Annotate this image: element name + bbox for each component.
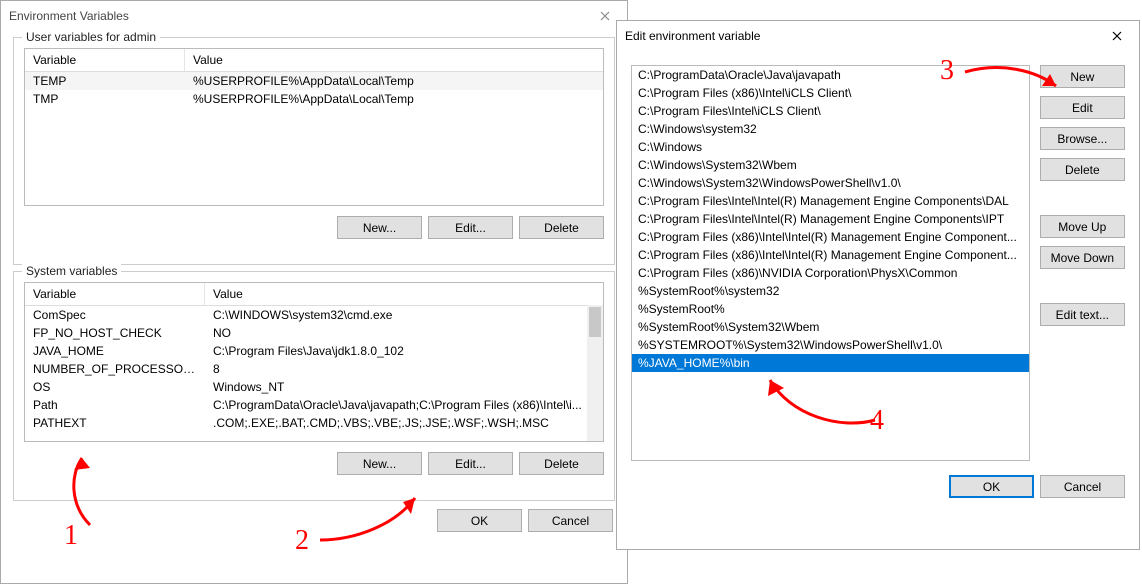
cell-value: NO [205,326,603,340]
user-variables-listview[interactable]: Variable Value TEMP%USERPROFILE%\AppData… [24,48,604,206]
scrollbar[interactable] [587,305,603,441]
list-item[interactable]: %JAVA_HOME%\bin [632,354,1029,372]
ok-button[interactable]: OK [949,475,1034,498]
list-item[interactable]: C:\Program Files (x86)\Intel\Intel(R) Ma… [632,228,1029,246]
list-item[interactable]: C:\Windows\system32 [632,120,1029,138]
system-edit-button[interactable]: Edit... [428,452,513,475]
ok-button[interactable]: OK [437,509,522,532]
cell-value: %USERPROFILE%\AppData\Local\Temp [185,92,603,106]
table-row[interactable]: OSWindows_NT [25,378,603,396]
cell-variable: NUMBER_OF_PROCESSORS [25,362,205,376]
edit-env-variable-dialog: Edit environment variable C:\ProgramData… [616,20,1140,550]
table-row[interactable]: PATHEXT.COM;.EXE;.BAT;.CMD;.VBS;.VBE;.JS… [25,414,603,432]
listview-header: Variable Value [25,49,603,72]
col-variable[interactable]: Variable [25,49,185,71]
table-row[interactable]: FP_NO_HOST_CHECKNO [25,324,603,342]
list-item[interactable]: C:\Program Files\Intel\Intel(R) Manageme… [632,192,1029,210]
cell-value: Windows_NT [205,380,603,394]
table-row[interactable]: PathC:\ProgramData\Oracle\Java\javapath;… [25,396,603,414]
cell-value: C:\ProgramData\Oracle\Java\javapath;C:\P… [205,398,603,412]
close-icon[interactable] [1097,23,1137,49]
titlebar: Edit environment variable [617,21,1139,51]
group-legend: System variables [22,264,121,278]
list-item[interactable]: %SYSTEMROOT%\System32\WindowsPowerShell\… [632,336,1029,354]
cell-value: C:\Program Files\Java\jdk1.8.0_102 [205,344,603,358]
cell-variable: PATHEXT [25,416,205,430]
dialog-title: Environment Variables [9,9,129,23]
list-item[interactable]: C:\Program Files (x86)\Intel\Intel(R) Ma… [632,246,1029,264]
cell-value: 8 [205,362,603,376]
system-variables-group: System variables Variable Value ComSpecC… [13,271,615,501]
table-row[interactable]: JAVA_HOMEC:\Program Files\Java\jdk1.8.0_… [25,342,603,360]
user-new-button[interactable]: New... [337,216,422,239]
table-row[interactable]: TEMP%USERPROFILE%\AppData\Local\Temp [25,72,603,90]
path-entries-listbox[interactable]: C:\ProgramData\Oracle\Java\javapathC:\Pr… [631,65,1030,461]
list-item[interactable]: C:\ProgramData\Oracle\Java\javapath [632,66,1029,84]
list-item[interactable]: C:\Program Files (x86)\NVIDIA Corporatio… [632,264,1029,282]
col-value[interactable]: Value [205,283,603,305]
system-variables-listview[interactable]: Variable Value ComSpecC:\WINDOWS\system3… [24,282,604,442]
user-edit-button[interactable]: Edit... [428,216,513,239]
dialog-bottom-buttons: OK Cancel [617,467,1139,512]
table-row[interactable]: ComSpecC:\WINDOWS\system32\cmd.exe [25,306,603,324]
table-row[interactable]: TMP%USERPROFILE%\AppData\Local\Temp [25,90,603,108]
list-item[interactable]: C:\Program Files (x86)\Intel\iCLS Client… [632,84,1029,102]
list-item[interactable]: %SystemRoot% [632,300,1029,318]
cell-variable: OS [25,380,205,394]
dialog-title: Edit environment variable [625,29,760,43]
system-delete-button[interactable]: Delete [519,452,604,475]
dialog-body: C:\ProgramData\Oracle\Java\javapathC:\Pr… [617,51,1139,467]
user-buttons-row: New... Edit... Delete [24,216,604,239]
new-button[interactable]: New [1040,65,1125,88]
system-buttons-row: New... Edit... Delete [24,452,604,475]
group-legend: User variables for admin [22,30,160,44]
titlebar: Environment Variables [1,1,627,31]
list-item[interactable]: C:\Windows\System32\Wbem [632,156,1029,174]
listview-header: Variable Value [25,283,603,306]
cancel-button[interactable]: Cancel [1040,475,1125,498]
cell-value: .COM;.EXE;.BAT;.CMD;.VBS;.VBE;.JS;.JSE;.… [205,416,603,430]
cell-variable: ComSpec [25,308,205,322]
list-item[interactable]: %SystemRoot%\system32 [632,282,1029,300]
moveup-button[interactable]: Move Up [1040,215,1125,238]
user-delete-button[interactable]: Delete [519,216,604,239]
cell-value: C:\WINDOWS\system32\cmd.exe [205,308,603,322]
list-item[interactable]: C:\Windows\System32\WindowsPowerShell\v1… [632,174,1029,192]
edittext-button[interactable]: Edit text... [1040,303,1125,326]
list-item[interactable]: %SystemRoot%\System32\Wbem [632,318,1029,336]
col-value[interactable]: Value [185,49,603,71]
list-item[interactable]: C:\Program Files\Intel\Intel(R) Manageme… [632,210,1029,228]
cell-variable: Path [25,398,205,412]
cell-variable: JAVA_HOME [25,344,205,358]
user-variables-group: User variables for admin Variable Value … [13,37,615,265]
edit-button[interactable]: Edit [1040,96,1125,119]
system-new-button[interactable]: New... [337,452,422,475]
col-variable[interactable]: Variable [25,283,205,305]
cell-value: %USERPROFILE%\AppData\Local\Temp [185,74,603,88]
table-row[interactable]: NUMBER_OF_PROCESSORS8 [25,360,603,378]
cell-variable: TMP [25,92,185,106]
cancel-button[interactable]: Cancel [528,509,613,532]
dialog-bottom-buttons: OK Cancel [1,509,613,532]
list-item[interactable]: C:\Windows [632,138,1029,156]
cell-variable: TEMP [25,74,185,88]
list-item[interactable]: C:\Program Files\Intel\iCLS Client\ [632,102,1029,120]
movedown-button[interactable]: Move Down [1040,246,1125,269]
delete-button[interactable]: Delete [1040,158,1125,181]
cell-variable: FP_NO_HOST_CHECK [25,326,205,340]
browse-button[interactable]: Browse... [1040,127,1125,150]
environment-variables-dialog: Environment Variables User variables for… [0,0,628,584]
right-buttons-column: New Edit Browse... Delete Move Up Move D… [1040,65,1125,461]
